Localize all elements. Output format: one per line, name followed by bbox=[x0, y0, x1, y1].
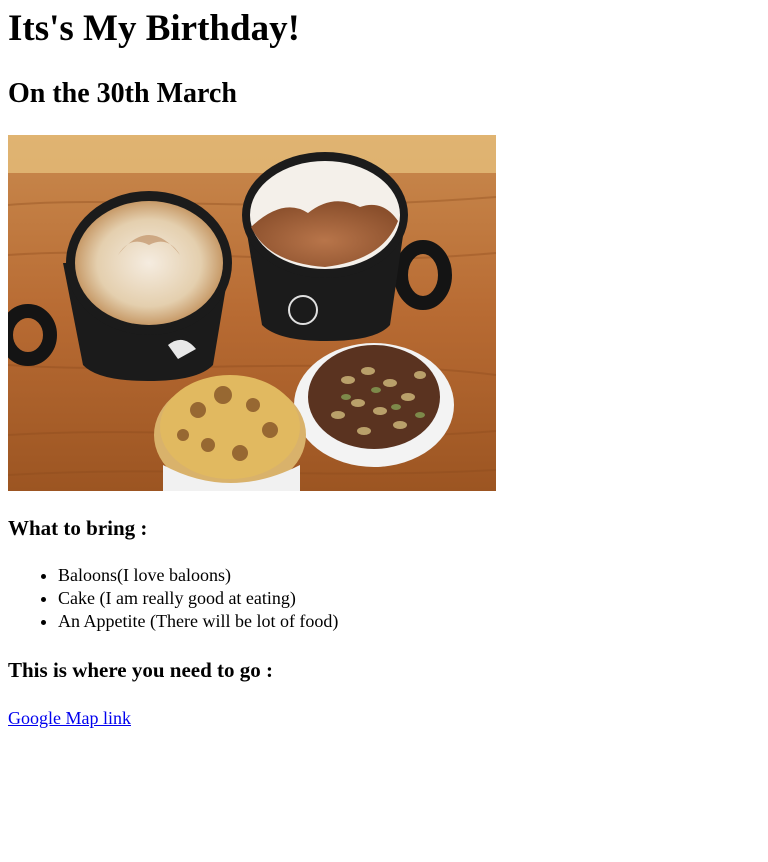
page-subtitle: On the 30th March bbox=[8, 78, 237, 109]
bring-heading: What to bring : bbox=[8, 516, 148, 540]
coffee-photo bbox=[8, 135, 496, 491]
page: Its's My Birthday! On the 30th March Wha… bbox=[0, 0, 768, 730]
bring-list: Baloons(I love baloons) Cake (I am reall… bbox=[8, 564, 760, 633]
bring-item: Baloons(I love baloons) bbox=[58, 564, 760, 587]
bring-item: An Appetite (There will be lot of food) bbox=[58, 610, 760, 633]
google-map-link[interactable]: Google Map link bbox=[8, 707, 131, 730]
page-title: Its's My Birthday! bbox=[8, 8, 300, 49]
location-heading: This is where you need to go : bbox=[8, 658, 274, 682]
bring-item: Cake (I am really good at eating) bbox=[58, 587, 760, 610]
